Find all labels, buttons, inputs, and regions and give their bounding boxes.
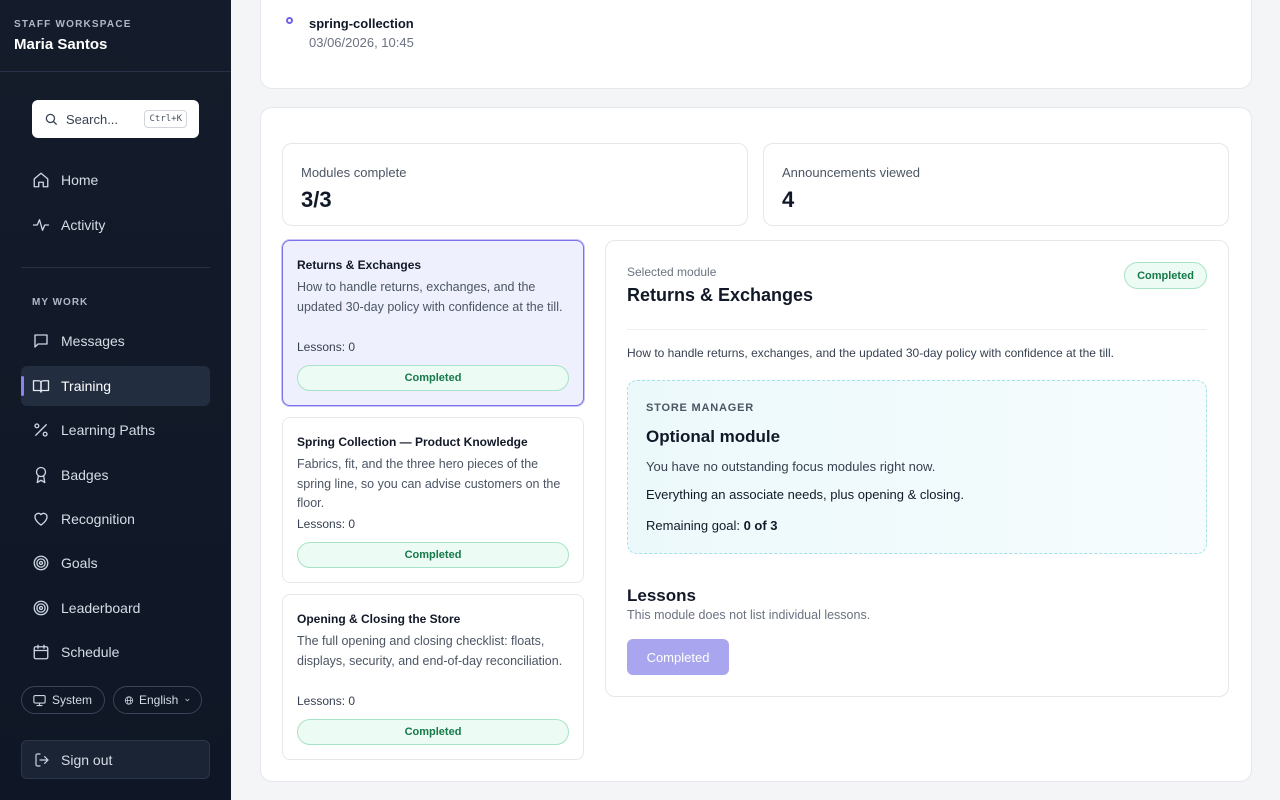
user-name: Maria Santos: [14, 36, 108, 53]
search-shortcut: Ctrl+K: [144, 110, 187, 128]
callout-role: STORE MANAGER: [646, 402, 754, 414]
sidebar-item-learning-paths[interactable]: Learning Paths: [21, 410, 210, 450]
sidebar-item-messages[interactable]: Messages: [21, 321, 210, 361]
sidebar-item-label: Schedule: [61, 644, 120, 660]
search-placeholder: Search...: [66, 111, 119, 127]
sidebar-item-schedule[interactable]: Schedule: [21, 632, 210, 672]
timeline-dot: [286, 17, 293, 24]
stat-value: 3/3: [301, 187, 332, 212]
sidebar: STAFF WORKSPACE Maria Santos Search... C…: [0, 0, 231, 800]
sidebar-item-label: Recognition: [61, 511, 135, 527]
module-description: Fabrics, fit, and the three hero pieces …: [297, 457, 561, 510]
heart-icon: [34, 512, 48, 526]
language-select[interactable]: English: [113, 686, 202, 714]
status-badge: Completed: [297, 542, 569, 568]
goal-value: 0 of 3: [743, 518, 778, 533]
sidebar-item-label: Badges: [61, 467, 109, 483]
sidebar-item-recognition[interactable]: Recognition: [21, 499, 210, 539]
award-icon: [35, 466, 47, 484]
status-badge: Completed: [297, 365, 569, 391]
language-label: English: [138, 693, 179, 707]
sidebar-item-label: Leaderboard: [61, 600, 141, 616]
home-icon: [33, 172, 49, 188]
nav-divider: [21, 267, 210, 268]
callout-title: Optional module: [646, 427, 781, 446]
completed-button[interactable]: Completed: [627, 639, 729, 675]
sidebar-item-badges[interactable]: Badges: [21, 455, 210, 495]
lessons-heading: Lessons: [627, 586, 696, 605]
stat-label: Announcements viewed: [782, 165, 921, 180]
stat-announcements-viewed: Announcements viewed 4: [763, 143, 1229, 226]
sidebar-item-label: Activity: [61, 217, 106, 233]
remaining-goal: Remaining goal: 0 of 3: [646, 518, 778, 533]
module-title: Returns & Exchanges: [297, 258, 422, 272]
sidebar-item-label: Training: [61, 378, 112, 394]
module-card-returns[interactable]: Returns & Exchanges How to handle return…: [282, 240, 584, 406]
divider: [627, 329, 1207, 330]
target-icon: [33, 555, 49, 571]
callout-line: Everything an associate needs, plus open…: [646, 487, 964, 502]
stat-modules-complete: Modules complete 3/3: [282, 143, 748, 226]
stat-label: Modules complete: [301, 165, 407, 180]
book-open-icon: [32, 380, 50, 393]
lessons-note: This module does not list individual les…: [627, 608, 871, 622]
module-card-opening-closing[interactable]: Opening & Closing the Store The full ope…: [282, 594, 584, 760]
module-title: Opening & Closing the Store: [297, 612, 461, 626]
sign-out-label: Sign out: [61, 751, 113, 768]
sidebar-item-goals[interactable]: Goals: [21, 543, 210, 583]
sidebar-item-label: Learning Paths: [61, 422, 156, 438]
globe-icon: [124, 695, 134, 705]
module-card-spring[interactable]: Spring Collection — Product Knowledge Fa…: [282, 417, 584, 583]
message-icon: [34, 334, 48, 348]
workspace-label: STAFF WORKSPACE: [14, 19, 132, 30]
monitor-icon: [33, 694, 46, 706]
status-badge: Completed: [1124, 262, 1207, 289]
search-input[interactable]: Search... Ctrl+K: [32, 100, 199, 138]
module-description: How to handle returns, exchanges, and th…: [297, 280, 563, 314]
sidebar-item-label: Goals: [61, 555, 98, 571]
activity-time: 03/06/2026, 10:45: [309, 35, 414, 50]
detail-title: Returns & Exchanges: [627, 285, 814, 305]
module-lessons: Lessons: 0: [297, 517, 356, 531]
activity-title: spring-collection: [309, 16, 414, 31]
module-lessons: Lessons: 0: [297, 694, 356, 708]
sidebar-item-activity[interactable]: Activity: [21, 205, 210, 245]
sign-out-button[interactable]: Sign out: [21, 740, 210, 779]
search-icon: [45, 113, 57, 125]
detail-kicker: Selected module: [627, 265, 717, 279]
activity-icon: [32, 219, 50, 231]
goal-label: Remaining goal:: [646, 518, 740, 533]
sidebar-item-home[interactable]: Home: [21, 160, 210, 200]
module-lessons: Lessons: 0: [297, 340, 356, 354]
sidebar-item-label: Messages: [61, 333, 125, 349]
section-label-my-work: MY WORK: [32, 297, 89, 308]
target-icon: [33, 600, 49, 616]
sidebar-item-label: Home: [61, 172, 99, 188]
chevron-down-icon: [185, 698, 190, 702]
sidebar-item-leaderboard[interactable]: Leaderboard: [21, 588, 210, 628]
calendar-icon: [33, 644, 49, 660]
logout-icon: [35, 752, 49, 767]
status-badge: Completed: [297, 719, 569, 745]
stat-value: 4: [782, 187, 795, 212]
module-description: The full opening and closing checklist: …: [297, 634, 563, 668]
callout-line: You have no outstanding focus modules ri…: [646, 459, 936, 474]
workspace-header: STAFF WORKSPACE Maria Santos: [0, 0, 231, 72]
sidebar-item-training[interactable]: Training: [21, 366, 210, 406]
theme-toggle[interactable]: System: [21, 686, 105, 714]
detail-description: How to handle returns, exchanges, and th…: [627, 346, 1114, 360]
theme-label: System: [52, 693, 93, 707]
module-title: Spring Collection — Product Knowledge: [297, 435, 528, 449]
percent-icon: [34, 423, 48, 437]
